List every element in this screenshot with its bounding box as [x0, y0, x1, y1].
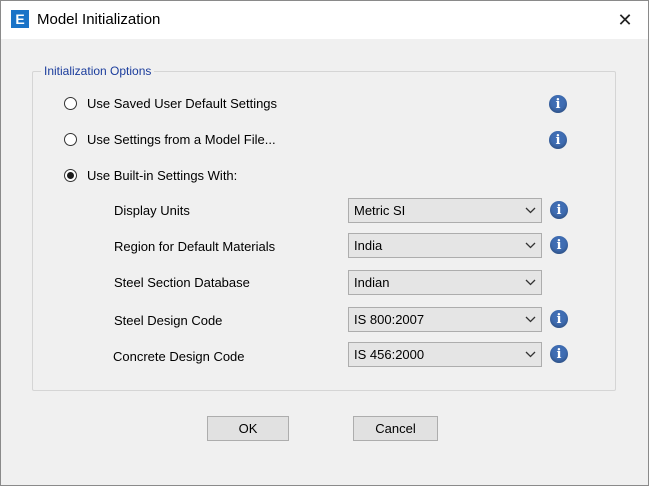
radio-built-in-settings[interactable] — [64, 169, 77, 182]
title-bar: E Model Initialization ✕ — [1, 1, 648, 39]
option-label: Use Saved User Default Settings — [87, 96, 278, 111]
info-icon[interactable]: i — [550, 236, 568, 254]
info-icon[interactable]: i — [549, 95, 567, 113]
close-button[interactable]: ✕ — [602, 1, 648, 39]
info-icon[interactable]: i — [549, 131, 567, 149]
chevron-down-icon — [519, 343, 541, 366]
chevron-down-icon — [519, 199, 541, 222]
ok-button[interactable]: OK — [207, 416, 289, 441]
select-value: IS 800:2007 — [354, 312, 425, 327]
chevron-down-icon — [519, 308, 541, 331]
steel-design-code-select[interactable]: IS 800:2007 — [348, 307, 542, 332]
select-value: Indian — [354, 275, 390, 290]
concrete-design-code-select[interactable]: IS 456:2000 — [348, 342, 542, 367]
option-label: Use Settings from a Model File... — [87, 132, 276, 147]
chevron-down-icon — [519, 234, 541, 257]
region-default-materials-label: Region for Default Materials — [114, 239, 276, 254]
select-value: Metric SI — [354, 203, 406, 218]
model-initialization-dialog: E Model Initialization ✕ Initialization … — [0, 0, 649, 486]
steel-design-code-label: Steel Design Code — [114, 313, 223, 328]
region-default-materials-select[interactable]: India — [348, 233, 542, 258]
select-value: India — [354, 238, 383, 253]
group-label: Initialization Options — [41, 64, 155, 78]
option-built-in-settings[interactable]: Use Built-in Settings With: — [64, 168, 237, 183]
steel-section-database-select[interactable]: Indian — [348, 270, 542, 295]
select-value: IS 456:2000 — [354, 347, 425, 362]
display-units-select[interactable]: Metric SI — [348, 198, 542, 223]
close-icon: ✕ — [617, 9, 633, 30]
steel-section-database-label: Steel Section Database — [114, 275, 250, 290]
option-model-file[interactable]: Use Settings from a Model File... — [64, 132, 276, 147]
display-units-label: Display Units — [114, 203, 190, 218]
chevron-down-icon — [519, 271, 541, 294]
window-title: Model Initialization — [37, 11, 161, 28]
radio-model-file[interactable] — [64, 133, 77, 146]
info-icon[interactable]: i — [550, 201, 568, 219]
info-icon[interactable]: i — [550, 310, 568, 328]
option-saved-user-defaults[interactable]: Use Saved User Default Settings — [64, 96, 277, 111]
cancel-button[interactable]: Cancel — [353, 416, 438, 441]
app-logo-icon: E — [11, 10, 29, 28]
radio-saved-user-defaults[interactable] — [64, 97, 77, 110]
info-icon[interactable]: i — [550, 345, 568, 363]
concrete-design-code-label: Concrete Design Code — [113, 349, 245, 364]
option-label: Use Built-in Settings With: — [87, 168, 238, 183]
